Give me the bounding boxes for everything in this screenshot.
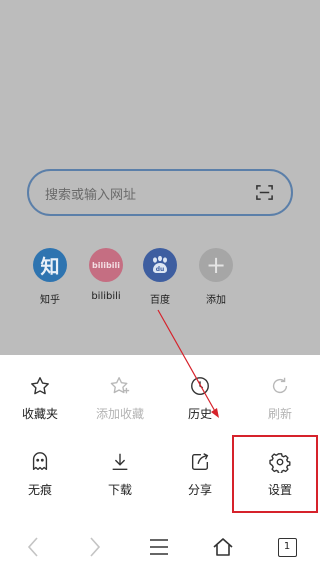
settings-highlight-box bbox=[232, 435, 318, 513]
tab-count-badge: 1 bbox=[277, 537, 297, 557]
quick-site-label: 知乎 bbox=[40, 295, 60, 306]
menu-item-label: 分享 bbox=[187, 483, 212, 497]
search-bar[interactable]: 搜索或输入网址 bbox=[27, 169, 293, 216]
quick-site-zhihu[interactable]: 知 知乎 bbox=[26, 248, 74, 306]
star-add-icon bbox=[110, 377, 130, 394]
menu-item-label: 无痕 bbox=[27, 483, 52, 497]
plus-icon: + bbox=[199, 248, 233, 282]
quick-site-bilibili[interactable]: bilibili bilibili bbox=[82, 248, 130, 302]
menu-item-label: 添加收藏 bbox=[95, 407, 144, 421]
bottom-nav-bar: 1 bbox=[0, 525, 320, 569]
menu-add-bookmark-button[interactable]: 添加收藏 bbox=[80, 375, 160, 455]
menu-history-button[interactable]: 历史 bbox=[160, 375, 240, 455]
forward-button[interactable] bbox=[80, 533, 110, 561]
quick-site-baidu[interactable]: du 百度 bbox=[136, 248, 184, 306]
quick-site-add[interactable]: + 添加 bbox=[192, 248, 240, 306]
tabs-button[interactable]: 1 bbox=[272, 533, 302, 561]
chevron-left-icon bbox=[27, 537, 38, 557]
svg-text:du: du bbox=[156, 266, 165, 273]
baidu-paw-icon: du bbox=[143, 248, 177, 282]
clock-icon bbox=[191, 377, 209, 395]
quick-site-label: 添加 bbox=[206, 295, 226, 306]
search-placeholder: 搜索或输入网址 bbox=[45, 188, 137, 203]
back-button[interactable] bbox=[18, 533, 48, 561]
menu-share-button[interactable]: 分享 bbox=[160, 451, 240, 531]
menu-item-label: 历史 bbox=[187, 407, 212, 421]
hamburger-menu-icon bbox=[150, 539, 168, 555]
home-icon bbox=[213, 538, 233, 556]
browser-home-overlay[interactable]: 搜索或输入网址 知 知乎 bilibili bilibili du 百度 + 添… bbox=[0, 0, 320, 355]
menu-download-button[interactable]: 下载 bbox=[80, 451, 160, 531]
share-icon bbox=[191, 453, 209, 471]
quick-site-label: bilibili bbox=[91, 291, 121, 302]
refresh-icon bbox=[272, 377, 288, 394]
menu-bookmarks-button[interactable]: 收藏夹 bbox=[0, 375, 80, 455]
download-icon bbox=[112, 453, 128, 471]
bilibili-logo-icon: bilibili bbox=[89, 248, 123, 282]
menu-button[interactable] bbox=[144, 533, 174, 561]
menu-item-label: 下载 bbox=[107, 483, 132, 497]
menu-incognito-button[interactable]: 无痕 bbox=[0, 451, 80, 531]
home-button[interactable] bbox=[208, 533, 238, 561]
scan-icon[interactable] bbox=[255, 183, 274, 202]
quick-site-label: 百度 bbox=[150, 295, 170, 306]
ghost-icon bbox=[32, 452, 48, 471]
menu-item-label: 收藏夹 bbox=[21, 407, 58, 421]
menu-item-label: 刷新 bbox=[267, 407, 292, 421]
zhihu-logo-icon: 知 bbox=[33, 248, 67, 282]
star-icon bbox=[31, 377, 49, 395]
chevron-right-icon bbox=[90, 537, 101, 557]
